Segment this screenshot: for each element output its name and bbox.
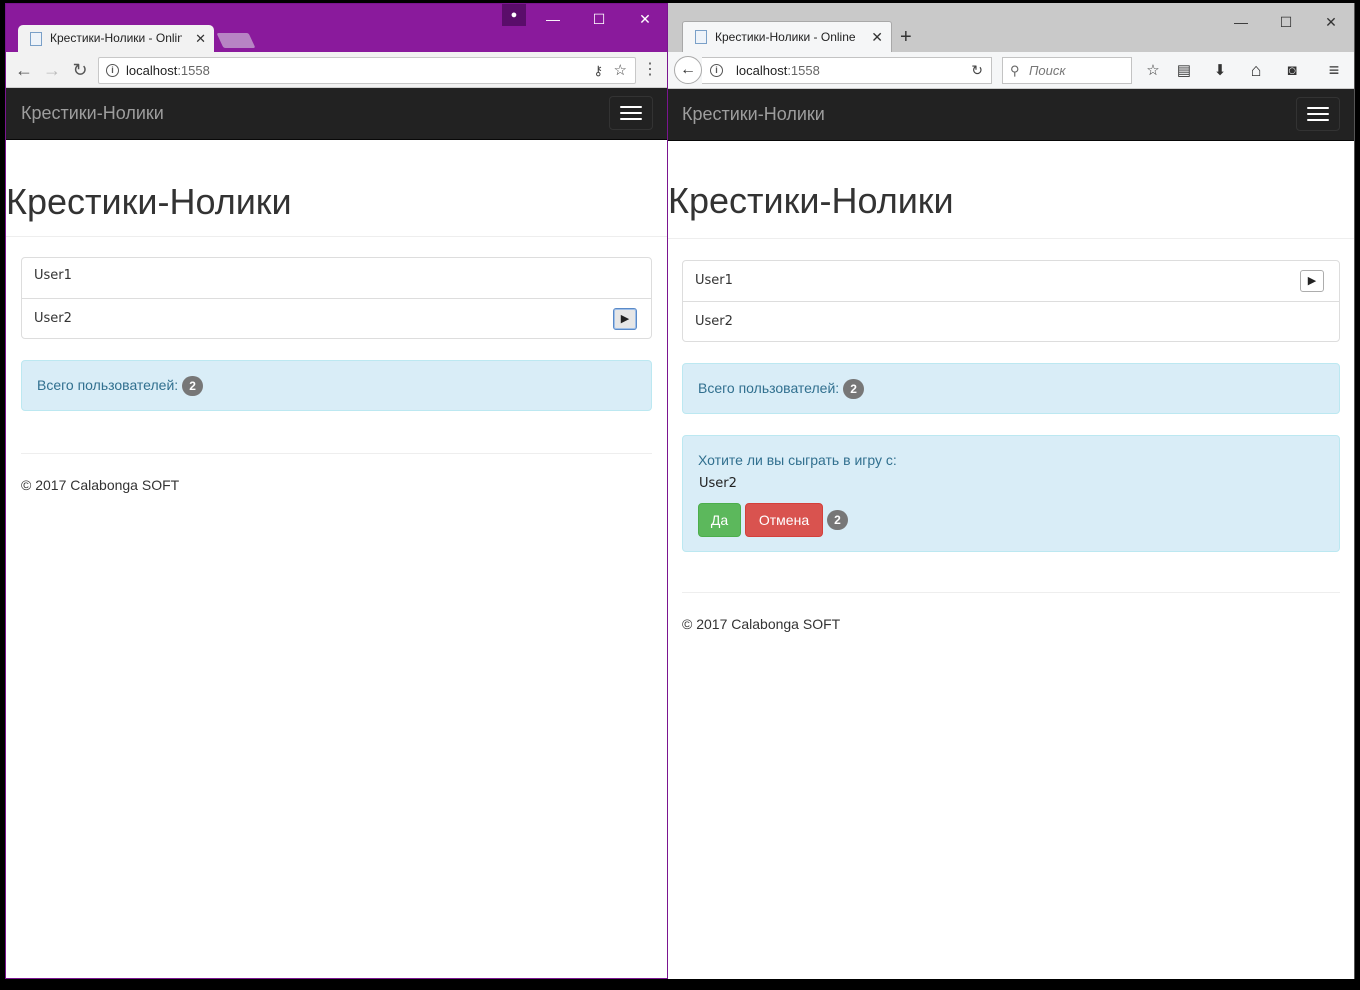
firefox-toolbar: i localhost:1558 ↻ ← ⚲ Поиск ☆ ▤ ⬇ ⌂ ◙ ≡ — [668, 52, 1354, 89]
new-tab-plus-icon[interactable]: + — [900, 25, 912, 49]
invite-question: Хотите ли вы сыграть в игру с: — [698, 452, 897, 468]
url-host: localhost — [126, 63, 178, 78]
list-item: User1 ▶ — [683, 261, 1339, 301]
key-icon[interactable]: ⚷ — [593, 58, 603, 83]
chrome-tab[interactable]: Крестики-Нолики - Online ✕ — [18, 25, 214, 52]
pocket-icon[interactable]: ◙ — [1279, 57, 1305, 84]
site-info-icon[interactable]: i — [106, 64, 119, 77]
chrome-toolbar: ← → ↻ i localhost:1558 ⚷ ☆ ⋮ — [6, 52, 667, 88]
menu-dots-icon[interactable]: ⋮ — [637, 52, 663, 88]
address-bar[interactable]: i localhost:1558 ↻ — [702, 57, 992, 84]
hamburger-icon-bar — [1307, 113, 1329, 115]
user-name: User1 — [34, 268, 72, 283]
page-favicon-icon — [695, 30, 707, 44]
maximize-button[interactable]: ☐ — [584, 8, 614, 30]
reload-icon[interactable]: ↻ — [67, 52, 93, 88]
play-icon: ▶ — [1307, 274, 1317, 287]
firefox-titlebar: Крестики-Нолики - Online ✕ + — ☐ ✕ — [668, 3, 1354, 52]
user-name: User1 — [695, 273, 733, 288]
users-total-alert: Всего пользователей: 2 — [682, 363, 1340, 414]
invite-play-button[interactable]: ▶ — [1300, 270, 1324, 292]
reading-list-icon[interactable]: ▤ — [1171, 57, 1197, 84]
list-item: User2 ▶ — [22, 298, 651, 338]
home-icon[interactable]: ⌂ — [1243, 57, 1269, 84]
footer-text: © 2017 Calabonga SOFT — [21, 477, 180, 493]
invite-play-button[interactable]: ▶ — [613, 308, 637, 330]
list-item: User2 — [683, 301, 1339, 341]
tab-title: Крестики-Нолики - Online — [715, 30, 856, 44]
close-window-button[interactable]: ✕ — [630, 8, 660, 30]
forward-icon[interactable]: → — [39, 52, 65, 88]
back-icon[interactable]: ← — [674, 56, 702, 84]
users-total-badge: 2 — [843, 379, 865, 400]
page-title: Крестики-Нолики — [668, 180, 954, 221]
invite-user-name: User2 — [699, 476, 737, 491]
back-icon[interactable]: ← — [11, 52, 37, 88]
hamburger-icon-bar — [620, 118, 642, 120]
page-content: Крестики-Нолики Крестики-Нолики User1 Us… — [6, 88, 667, 978]
play-icon: ▶ — [620, 312, 630, 325]
tab-close-icon[interactable]: ✕ — [195, 25, 206, 52]
footer-text: © 2017 Calabonga SOFT — [682, 616, 841, 632]
hamburger-icon-bar — [620, 106, 642, 108]
tab-title: Крестики-Нолики - Online — [50, 31, 182, 45]
navbar-brand[interactable]: Крестики-Нолики — [682, 89, 825, 139]
game-invite-alert: Хотите ли вы сыграть в игру с: User2 Да … — [682, 435, 1340, 552]
chrome-window: Крестики-Нолики - Online ✕ ● — ☐ ✕ ← → ↻… — [5, 3, 668, 979]
user-name: User2 — [695, 314, 733, 329]
navbar: Крестики-Нолики — [6, 88, 667, 140]
bookmark-star-icon[interactable]: ☆ — [1140, 57, 1166, 84]
chrome-titlebar: Крестики-Нолики - Online ✕ ● — ☐ ✕ — [6, 4, 667, 52]
minimize-button[interactable]: — — [538, 8, 568, 30]
users-total-label: Всего пользователей: — [37, 377, 179, 393]
search-icon: ⚲ — [1010, 63, 1020, 78]
footer-divider — [682, 592, 1340, 593]
profile-icon[interactable]: ● — [502, 4, 526, 26]
close-window-button[interactable]: ✕ — [1316, 11, 1346, 33]
hamburger-menu-icon[interactable]: ≡ — [1321, 57, 1347, 84]
invite-count-badge: 2 — [827, 510, 848, 530]
new-tab-button[interactable] — [216, 33, 256, 48]
hamburger-icon-bar — [1307, 107, 1329, 109]
reload-icon[interactable]: ↻ — [971, 58, 983, 83]
navbar-toggle-button[interactable] — [1296, 97, 1340, 131]
search-input[interactable]: ⚲ Поиск — [1002, 57, 1132, 84]
hamburger-icon-bar — [1307, 119, 1329, 121]
address-bar[interactable]: i localhost:1558 ⚷ ☆ — [98, 57, 636, 84]
header-divider — [668, 238, 1354, 239]
cancel-button[interactable]: Отмена — [745, 503, 823, 537]
url-port: :1558 — [177, 63, 210, 78]
hamburger-icon-bar — [620, 112, 642, 114]
navbar: Крестики-Нолики — [668, 89, 1354, 141]
navbar-brand[interactable]: Крестики-Нолики — [21, 88, 164, 138]
url-port: :1558 — [787, 63, 820, 78]
firefox-window: Крестики-Нолики - Online ✕ + — ☐ ✕ i loc… — [668, 3, 1355, 979]
navbar-toggle-button[interactable] — [609, 96, 653, 130]
page-favicon-icon — [30, 32, 42, 46]
users-total-alert: Всего пользователей: 2 — [21, 360, 652, 411]
search-placeholder: Поиск — [1029, 63, 1066, 78]
header-divider — [6, 236, 667, 237]
tab-close-icon[interactable]: ✕ — [871, 22, 883, 52]
page-title: Крестики-Нолики — [6, 181, 292, 222]
minimize-button[interactable]: — — [1226, 11, 1256, 33]
footer-divider — [21, 453, 652, 454]
url-host: localhost — [736, 63, 788, 78]
accept-button[interactable]: Да — [698, 503, 741, 537]
firefox-tab[interactable]: Крестики-Нолики - Online ✕ — [682, 21, 892, 52]
maximize-button[interactable]: ☐ — [1271, 11, 1301, 33]
users-total-badge: 2 — [182, 376, 204, 397]
bookmark-star-icon[interactable]: ☆ — [614, 58, 627, 83]
user-list: User1 ▶ User2 — [682, 260, 1340, 342]
download-icon[interactable]: ⬇ — [1207, 57, 1233, 84]
page-content: Крестики-Нолики Крестики-Нолики User1 ▶ … — [668, 89, 1354, 979]
user-list: User1 User2 ▶ — [21, 257, 652, 339]
user-name: User2 — [34, 311, 72, 326]
list-item: User1 — [22, 258, 651, 298]
site-info-icon[interactable]: i — [710, 64, 723, 77]
users-total-label: Всего пользователей: — [698, 380, 840, 396]
